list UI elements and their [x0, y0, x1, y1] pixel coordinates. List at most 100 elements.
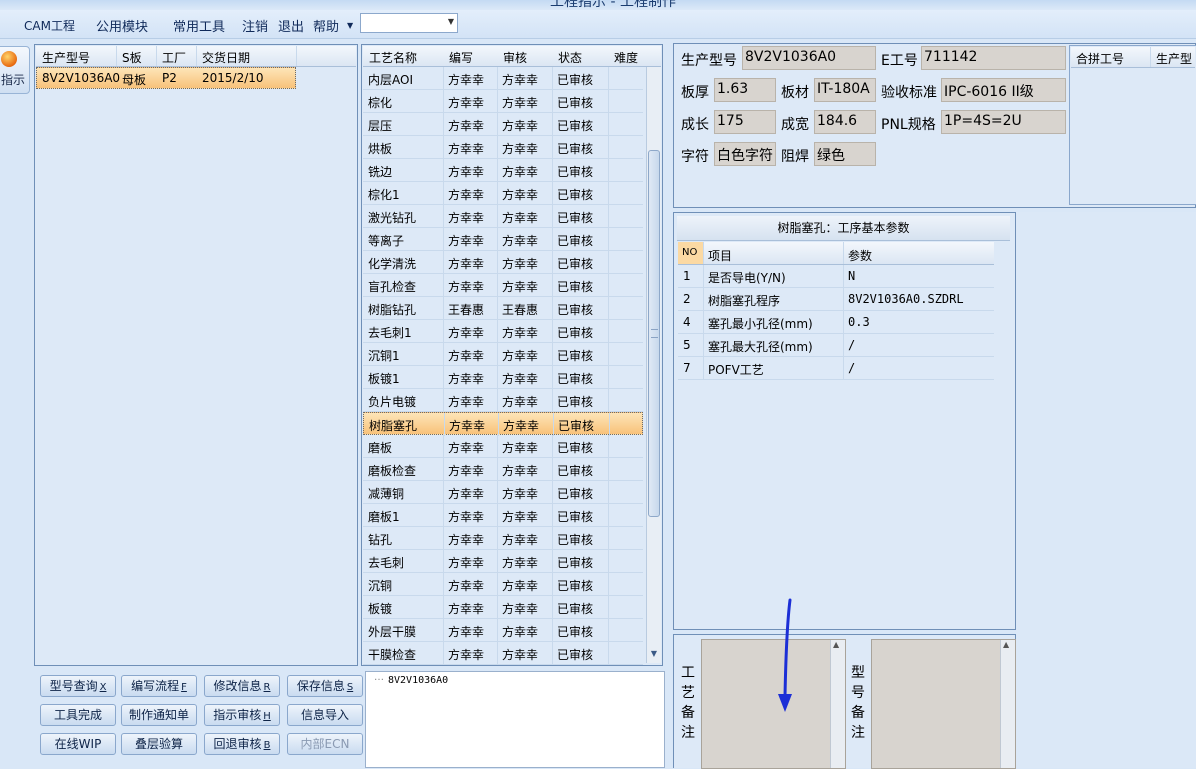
process-row[interactable]: 去毛刺 方幸幸 方幸幸 已审核 — [363, 550, 643, 573]
params-row[interactable]: 5 塞孔最大孔径(mm) / — [678, 334, 994, 357]
orders-col-plant[interactable]: 工厂 — [162, 49, 186, 66]
merge-col-number[interactable]: 合拼工号 — [1076, 50, 1124, 67]
model-query-button[interactable]: 型号查询 X — [40, 675, 116, 697]
soldermask-field[interactable]: 绿色 — [814, 142, 876, 166]
process-col-reviewer[interactable]: 审核 — [503, 49, 527, 66]
process-status: 已审核 — [557, 73, 594, 87]
merge-col-model[interactable]: 生产型 — [1156, 50, 1192, 67]
process-row[interactable]: 减薄铜 方幸幸 方幸幸 已审核 — [363, 481, 643, 504]
model-notes-scrollbar[interactable]: ▲ — [1000, 640, 1015, 768]
make-notice-button[interactable]: 制作通知单 — [121, 704, 197, 726]
process-row[interactable]: 磨板1 方幸幸 方幸幸 已审核 — [363, 504, 643, 527]
process-row[interactable]: 外层干膜 方幸幸 方幸幸 已审核 — [363, 619, 643, 642]
online-wip-button[interactable]: 在线WIP — [40, 733, 116, 755]
help-chevron-down-icon[interactable]: ▼ — [347, 21, 353, 30]
process-reviewer: 方幸幸 — [502, 73, 539, 87]
scroll-thumb[interactable] — [648, 150, 660, 517]
tree-node[interactable]: 8V2V1036A0 — [388, 675, 448, 686]
length-field[interactable]: 175 — [714, 110, 776, 134]
orders-row[interactable]: 8V2V1036A0 母板 P2 2015/2/10 — [36, 67, 296, 89]
process-scrollbar[interactable]: ▲ ▼ — [646, 46, 661, 663]
menu-common-module[interactable]: 公用模块 — [96, 16, 148, 35]
process-row[interactable]: 棕化1 方幸幸 方幸幸 已审核 — [363, 182, 643, 205]
thickness-field[interactable]: 1.63 — [714, 78, 776, 102]
process-row[interactable]: 激光钻孔 方幸幸 方幸幸 已审核 — [363, 205, 643, 228]
instruction-review-button[interactable]: 指示审核 H — [204, 704, 280, 726]
silkscreen-field[interactable]: 白色字符 — [714, 142, 776, 166]
process-row[interactable]: 内层AOI 方幸幸 方幸幸 已审核 — [363, 67, 643, 90]
e-number-field[interactable]: 711142 — [921, 46, 1066, 70]
param-item: POFV工艺 — [708, 363, 764, 377]
process-row-selected[interactable]: 树脂塞孔 方幸幸 方幸幸 已审核 — [363, 412, 643, 436]
process-status: 已审核 — [557, 487, 594, 501]
merge-grid[interactable]: 合拼工号 生产型 — [1069, 45, 1196, 205]
params-row[interactable]: 2 树脂塞孔程序 8V2V1036A0.SZDRL — [678, 288, 994, 311]
menu-cam[interactable]: CAM工程 — [24, 17, 75, 34]
rollback-review-button[interactable]: 回退审核 B — [204, 733, 280, 755]
params-row[interactable]: 7 POFV工艺 / — [678, 357, 994, 380]
menu-exit[interactable]: 退出 — [278, 16, 304, 35]
internal-ecn-button[interactable]: 内部ECN — [287, 733, 363, 755]
process-row[interactable]: 负片电镀 方幸幸 方幸幸 已审核 — [363, 389, 643, 412]
params-col-no[interactable]: NO — [678, 242, 703, 264]
tooling-done-button[interactable]: 工具完成 — [40, 704, 116, 726]
process-row[interactable]: 铣边 方幸幸 方幸幸 已审核 — [363, 159, 643, 182]
save-info-button[interactable]: 保存信息 S — [287, 675, 363, 697]
orders-col-model[interactable]: 生产型号 — [42, 49, 90, 66]
material-field[interactable]: IT-180A — [814, 78, 876, 102]
write-flow-button[interactable]: 编写流程 F — [121, 675, 197, 697]
pnl-label: PNL规格 — [881, 117, 936, 133]
process-writer: 方幸幸 — [448, 234, 485, 248]
params-col-value[interactable]: 参数 — [848, 247, 872, 264]
process-row[interactable]: 去毛刺1 方幸幸 方幸幸 已审核 — [363, 320, 643, 343]
process-writer: 方幸幸 — [448, 441, 485, 455]
orders-col-date[interactable]: 交货日期 — [202, 49, 250, 66]
scroll-down-arrow-icon[interactable]: ▼ — [647, 647, 661, 661]
standard-field[interactable]: IPC-6016 II级 — [941, 78, 1066, 102]
pnl-field[interactable]: 1P=4S=2U — [941, 110, 1066, 134]
process-col-status[interactable]: 状态 — [558, 49, 582, 66]
width-field[interactable]: 184.6 — [814, 110, 876, 134]
process-col-writer[interactable]: 编写 — [449, 49, 473, 66]
indicator-button[interactable]: 指示 — [0, 46, 30, 94]
process-notes-scrollbar[interactable]: ▲ — [830, 640, 845, 768]
process-row[interactable]: 沉铜1 方幸幸 方幸幸 已审核 — [363, 343, 643, 366]
params-row[interactable]: 4 塞孔最小孔径(mm) 0.3 — [678, 311, 994, 334]
process-reviewer: 方幸幸 — [502, 395, 539, 409]
menu-help[interactable]: 帮助 — [313, 16, 339, 35]
process-row[interactable]: 树脂钻孔 王春惠 王春惠 已审核 — [363, 297, 643, 320]
process-row[interactable]: 棕化 方幸幸 方幸幸 已审核 — [363, 90, 643, 113]
menu-dropdown[interactable]: ▼ — [360, 13, 458, 33]
process-row[interactable]: 板镀1 方幸幸 方幸幸 已审核 — [363, 366, 643, 389]
process-row[interactable]: 盲孔检查 方幸幸 方幸幸 已审核 — [363, 274, 643, 297]
process-row[interactable]: 干膜检查 方幸幸 方幸幸 已审核 — [363, 642, 643, 665]
process-row[interactable]: 烘板 方幸幸 方幸幸 已审核 — [363, 136, 643, 159]
stackup-check-button[interactable]: 叠层验算 — [121, 733, 197, 755]
params-row[interactable]: 1 是否导电(Y/N) N — [678, 265, 994, 288]
process-row[interactable]: 磨板 方幸幸 方幸幸 已审核 — [363, 435, 643, 458]
menu-logout[interactable]: 注销 — [242, 16, 268, 35]
menu-common-tools[interactable]: 常用工具 — [173, 16, 225, 35]
model-field[interactable]: 8V2V1036A0 — [742, 46, 876, 70]
model-notes-textarea[interactable]: ▲ — [871, 639, 1016, 769]
process-col-name[interactable]: 工艺名称 — [369, 49, 417, 66]
tree-view[interactable]: … 8V2V1036A0 — [365, 671, 665, 768]
info-import-button[interactable]: 信息导入 — [287, 704, 363, 726]
process-row[interactable]: 等离子 方幸幸 方幸幸 已审核 — [363, 228, 643, 251]
process-name: 棕化1 — [368, 188, 400, 202]
process-col-difficulty[interactable]: 难度 — [614, 49, 638, 66]
process-row[interactable]: 磨板检查 方幸幸 方幸幸 已审核 — [363, 458, 643, 481]
process-reviewer: 方幸幸 — [503, 419, 540, 433]
scroll-up-arrow-icon[interactable]: ▲ — [833, 640, 839, 649]
process-row[interactable]: 沉铜 方幸幸 方幸幸 已审核 — [363, 573, 643, 596]
process-row[interactable]: 层压 方幸幸 方幸幸 已审核 — [363, 113, 643, 136]
process-row[interactable]: 钻孔 方幸幸 方幸幸 已审核 — [363, 527, 643, 550]
modify-info-button[interactable]: 修改信息 R — [204, 675, 280, 697]
param-item: 树脂塞孔程序 — [708, 294, 781, 308]
scroll-up-arrow-icon[interactable]: ▲ — [1003, 640, 1009, 649]
process-row[interactable]: 板镀 方幸幸 方幸幸 已审核 — [363, 596, 643, 619]
process-row[interactable]: 化学清洗 方幸幸 方幸幸 已审核 — [363, 251, 643, 274]
params-col-item[interactable]: 项目 — [708, 247, 732, 264]
chevron-down-icon[interactable]: ▼ — [448, 17, 454, 26]
orders-col-board[interactable]: S板 — [122, 49, 142, 66]
